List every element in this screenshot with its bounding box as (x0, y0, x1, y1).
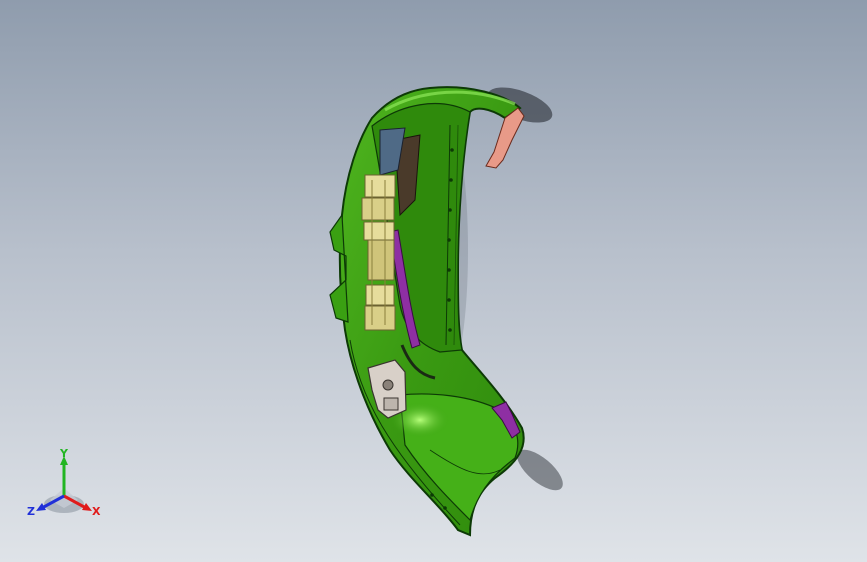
y-axis-label: Y (59, 448, 69, 460)
x-axis-label: X (92, 505, 101, 518)
graphics-viewport[interactable]: Y X Z (0, 0, 867, 562)
assembly-model[interactable] (0, 0, 867, 562)
coordinate-triad: Y X Z (27, 448, 101, 518)
z-axis-label: Z (27, 505, 35, 518)
